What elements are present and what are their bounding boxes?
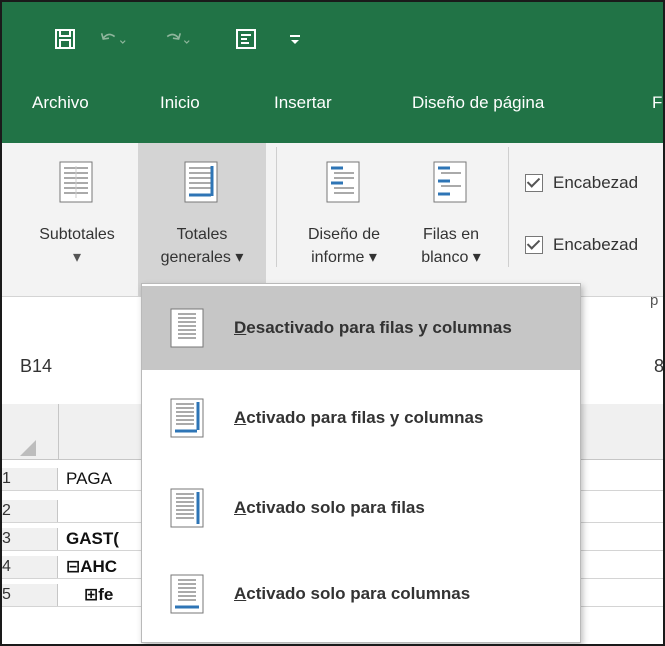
ribbon-separator <box>508 147 509 267</box>
menu-item-activado-filas-columnas[interactable]: Activado para filas y columnas <box>142 376 580 460</box>
cell-text[interactable]: ⊞fe <box>84 584 113 606</box>
checkbox-checked-icon[interactable] <box>525 236 543 254</box>
menu-item-label: Activado solo para filas <box>234 498 425 517</box>
totales-label: Totales generales ▾ <box>160 226 244 266</box>
diseno-informe-button[interactable]: Diseño de informe ▾ <box>286 143 402 296</box>
formula-bar-fragment[interactable]: 8 <box>654 356 664 377</box>
title-bar <box>0 0 665 143</box>
grand-totals-dropdown: Desactivado para filas y columnas Activa… <box>141 283 581 643</box>
blank-rows-icon <box>433 161 467 203</box>
grand-totals-icon <box>184 161 218 203</box>
checkbox-encabezado-1[interactable]: Encabezad <box>525 173 638 193</box>
checkbox-encabezado-2[interactable]: Encabezad <box>525 235 638 255</box>
filas-en-blanco-label: Filas en blanco ▾ <box>421 226 481 266</box>
grand-totals-rows-icon <box>170 488 204 528</box>
totales-generales-button[interactable]: Totales generales ▾ <box>138 143 266 296</box>
menu-item-activado-columnas[interactable]: Activado solo para columnas <box>142 552 580 636</box>
report-layout-icon <box>326 161 360 203</box>
name-box[interactable]: B14 <box>20 356 52 377</box>
checkbox-label: Encabezad <box>553 173 639 192</box>
redo-icon[interactable] <box>164 26 190 52</box>
tab-archivo[interactable]: Archivo <box>32 93 89 113</box>
subtotales-label: Subtotales ▾ <box>39 226 115 266</box>
cell-text[interactable]: PAGA <box>66 468 112 490</box>
grand-totals-on-icon <box>170 398 204 438</box>
save-icon[interactable] <box>52 26 78 52</box>
menu-item-label: Desactivado para filas y columnas <box>234 318 512 337</box>
row-header[interactable]: 1 <box>0 468 58 490</box>
diseno-informe-label: Diseño de informe ▾ <box>307 226 381 266</box>
select-all-triangle-icon <box>20 440 36 456</box>
row-header[interactable]: 4 <box>0 556 58 578</box>
tab-insertar[interactable]: Insertar <box>274 93 332 113</box>
checkbox-label: Encabezad <box>553 235 639 254</box>
tab-inicio[interactable]: Inicio <box>160 93 200 113</box>
row-header[interactable]: 3 <box>0 528 58 550</box>
tab-f-partial[interactable]: F <box>652 93 662 113</box>
subtotales-button[interactable]: Subtotales ▾ <box>18 143 136 296</box>
menu-item-activado-filas[interactable]: Activado solo para filas <box>142 466 580 550</box>
customize-icon[interactable] <box>282 26 308 52</box>
cell-text[interactable]: GAST( <box>66 528 119 550</box>
menu-item-desactivado[interactable]: Desactivado para filas y columnas <box>142 286 580 370</box>
row-header[interactable]: 5 <box>0 584 58 606</box>
menu-item-label: Activado para filas y columnas <box>234 408 484 427</box>
filas-en-blanco-button[interactable]: Filas en blanco ▾ <box>402 143 500 296</box>
ribbon-group-label: p <box>650 292 659 309</box>
grand-totals-columns-icon <box>170 574 204 614</box>
ribbon-separator <box>276 147 277 267</box>
tab-diseno-pagina[interactable]: Diseño de página <box>412 93 544 113</box>
menu-item-label: Activado solo para columnas <box>234 584 471 603</box>
grand-totals-off-icon <box>170 308 204 348</box>
undo-icon[interactable] <box>100 26 126 52</box>
row-header[interactable]: 2 <box>0 500 58 522</box>
subtotals-icon <box>59 161 93 203</box>
cell-text[interactable]: ⊟AHC <box>66 556 117 578</box>
checkbox-checked-icon[interactable] <box>525 174 543 192</box>
form-icon[interactable] <box>233 26 259 52</box>
